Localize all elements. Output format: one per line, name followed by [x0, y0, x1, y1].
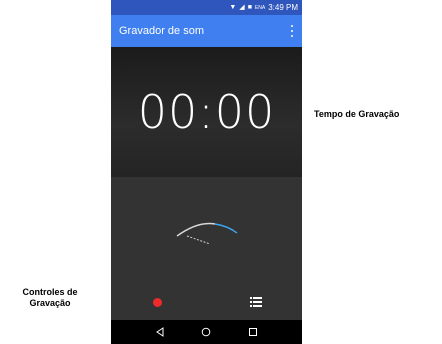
phone-screen: ▼ ◢ ■ ENA 3:49 PM Gravador de som 00:00: [111, 0, 302, 344]
back-icon[interactable]: [155, 327, 165, 337]
more-vertical-icon: [291, 24, 293, 27]
recording-timer: 00:00: [137, 85, 276, 139]
recordings-list-button[interactable]: [250, 297, 262, 307]
recording-controls-label-line2: Gravação: [29, 298, 71, 308]
status-time: 3:49 PM: [268, 3, 298, 12]
dial-arc-gray: [176, 222, 216, 237]
dial-needle: [186, 235, 211, 245]
recording-controls-label: Controles de Gravação: [0, 287, 100, 309]
network-type: ENA: [254, 4, 266, 11]
list-icon: [250, 297, 262, 307]
timer-area: 00:00: [111, 47, 302, 177]
recording-time-label: Tempo de Gravação: [314, 109, 400, 119]
controls-area: [111, 177, 302, 320]
level-meter-dial: [176, 222, 238, 245]
status-bar: ▼ ◢ ■ ENA 3:49 PM: [111, 0, 302, 15]
app-bar: Gravador de som: [111, 15, 302, 47]
battery-icon: ■: [247, 4, 252, 11]
wifi-icon: ▼: [229, 4, 237, 11]
signal-icon: ◢: [239, 4, 245, 11]
more-options-button[interactable]: [288, 23, 296, 39]
app-title: Gravador de som: [119, 25, 204, 37]
record-button[interactable]: [153, 298, 162, 307]
recording-controls-label-line1: Controles de: [22, 287, 78, 297]
dial-arc-blue: [214, 223, 238, 234]
recents-icon[interactable]: [248, 327, 258, 337]
navigation-bar: [111, 320, 302, 344]
home-icon[interactable]: [201, 327, 211, 337]
